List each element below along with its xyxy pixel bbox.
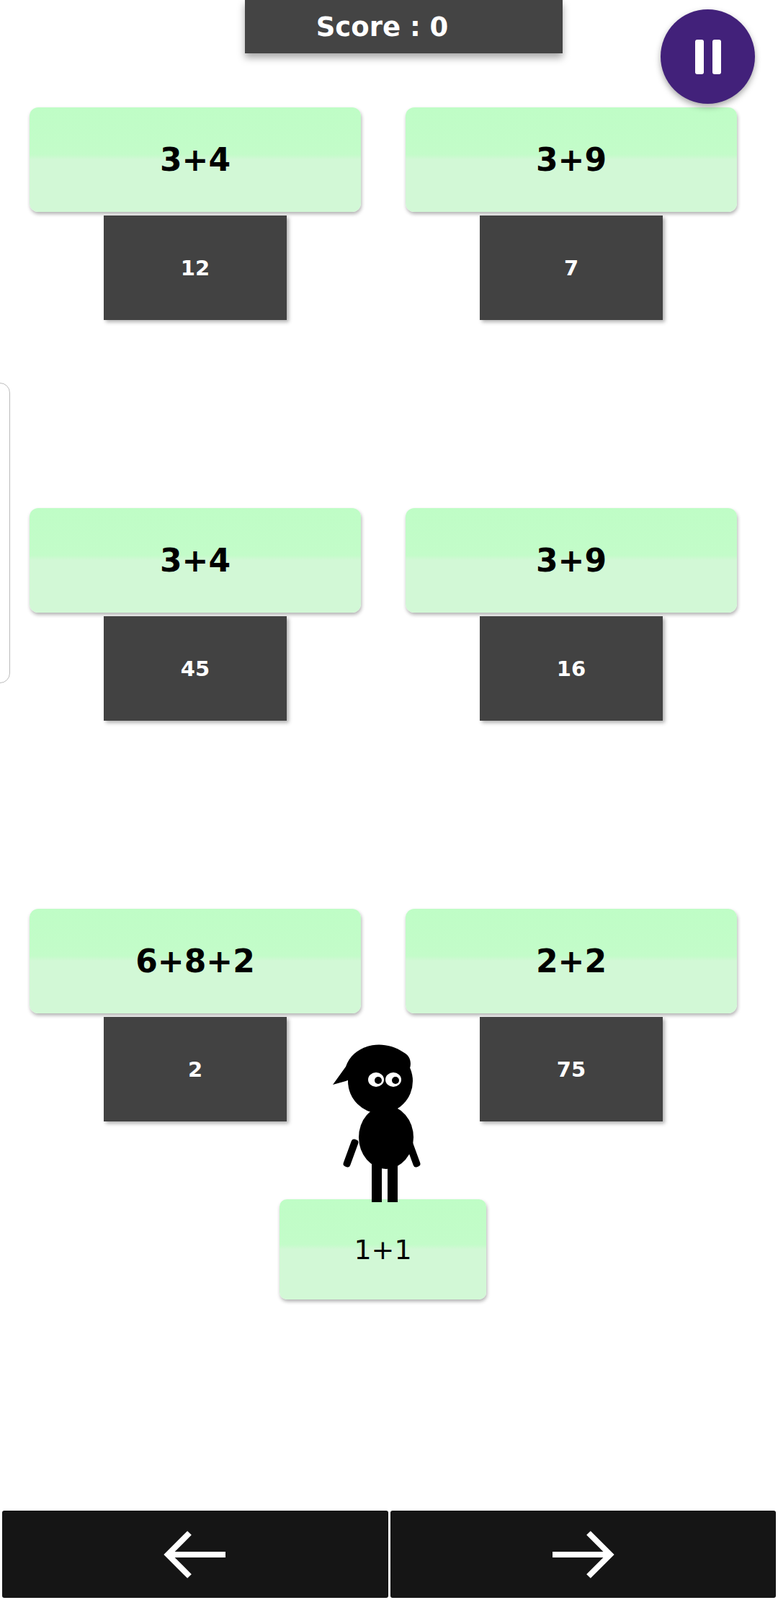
answer-block: 2 [103,1016,287,1121]
platform[interactable]: 6+8+22 [29,908,361,1121]
question-block[interactable]: 3+4 [29,107,361,212]
platform-row: 3+4453+916 [29,507,778,721]
start-area: 1+1 [0,1037,778,1299]
game-screen: Score : 03+4123+973+4453+9166+8+222+2751… [0,0,778,1600]
pause-icon [686,35,730,79]
edge-handle[interactable] [0,382,11,683]
platform[interactable]: 3+445 [29,507,361,721]
platform[interactable]: 3+916 [405,507,737,721]
question-block[interactable]: 3+9 [405,107,737,212]
character-icon [331,1037,429,1204]
question-block[interactable]: 2+2 [405,908,737,1013]
left-button[interactable] [2,1509,389,1598]
platform[interactable]: 3+97 [405,107,737,320]
answer-block: 75 [479,1016,663,1121]
question-block[interactable]: 6+8+2 [29,908,361,1013]
platform[interactable]: 3+412 [29,107,361,320]
question-block[interactable]: 3+4 [29,507,361,613]
answer-block: 12 [103,215,287,320]
answer-block: 7 [479,215,663,320]
arrow-right-icon [549,1528,616,1580]
answer-block: 16 [479,615,663,721]
score-display: Score : 0 [244,0,563,54]
platform-rows: 3+4123+973+4453+9166+8+222+275 [0,53,778,1121]
arrow-left-icon [162,1528,229,1580]
start-platform[interactable]: 1+1 [279,1198,487,1299]
platform[interactable]: 2+275 [405,908,737,1121]
right-button[interactable] [390,1509,777,1598]
answer-block: 45 [103,615,287,721]
platform-row: 3+4123+97 [29,107,778,320]
controls-bar [0,1509,778,1600]
pause-button[interactable] [660,9,755,104]
question-block[interactable]: 3+9 [405,507,737,613]
